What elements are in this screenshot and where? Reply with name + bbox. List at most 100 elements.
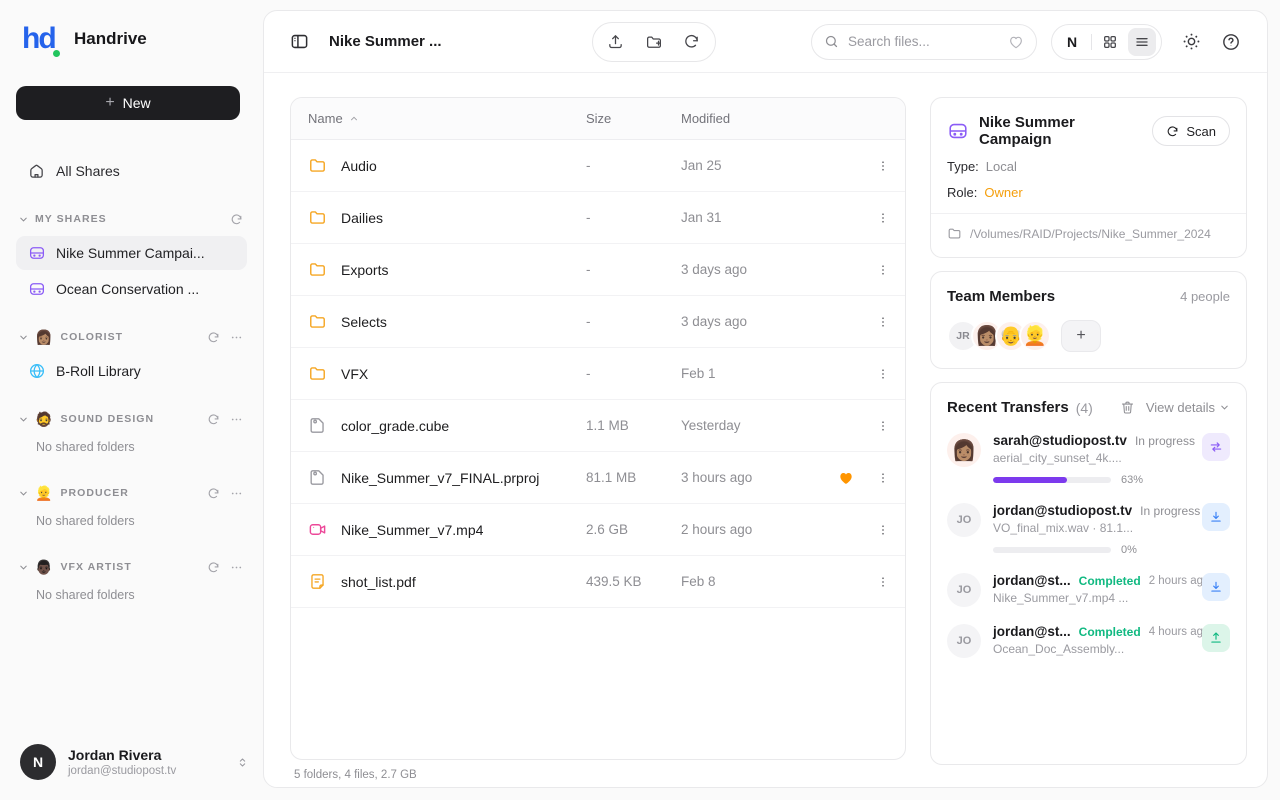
search-input[interactable]	[848, 34, 999, 49]
kebab-menu-icon	[876, 211, 890, 225]
main-panel: Nike Summer ... N	[263, 10, 1268, 788]
completed-badge: Completed	[1079, 625, 1141, 639]
sidebar-item-b-roll-library[interactable]: B-Roll Library	[16, 354, 247, 388]
upload-button[interactable]	[597, 23, 635, 61]
grid-view-button[interactable]	[1096, 28, 1124, 56]
transfer-item[interactable]: JO jordan@studiopost.tv In progress VO_f…	[947, 503, 1230, 556]
transfer-item[interactable]: JO jordan@st... Completed 2 hours ago Ni…	[947, 573, 1230, 607]
file-name: Audio	[341, 158, 377, 174]
transfer-file: Nike_Summer_v7.mp4 ...	[993, 591, 1190, 605]
file-icon	[308, 416, 327, 435]
file-modified: Feb 8	[681, 574, 831, 589]
table-row[interactable]: shot_list.pdf 439.5 KB Feb 8	[291, 556, 905, 608]
scan-button[interactable]: Scan	[1152, 116, 1230, 146]
section-header-producer[interactable]: 👱 PRODUCER	[18, 482, 245, 504]
sidebar-item-ocean-conservation[interactable]: Ocean Conservation ...	[16, 272, 247, 306]
new-button[interactable]: + New	[16, 86, 240, 120]
trash-icon	[1120, 400, 1135, 415]
section-header-colorist[interactable]: 👩🏽 COLORIST	[18, 326, 245, 348]
more-options-icon[interactable]	[228, 411, 245, 428]
transfers-count: (4)	[1076, 400, 1113, 416]
kebab-menu-icon	[876, 419, 890, 433]
sidebar-toggle-button[interactable]	[290, 32, 309, 51]
help-button[interactable]	[1221, 32, 1241, 52]
account-switcher[interactable]: N Jordan Rivera jordan@studiopost.tv	[20, 744, 249, 780]
upload-transfer-button[interactable]	[1202, 624, 1230, 652]
more-options-icon[interactable]	[228, 559, 245, 576]
list-view-button[interactable]	[1128, 28, 1156, 56]
transfer-item[interactable]: JO jordan@st... Completed 4 hours ago Oc…	[947, 624, 1230, 658]
chevron-down-icon	[18, 562, 29, 573]
sidebar-item-all-shares[interactable]: All Shares	[16, 154, 247, 188]
kebab-menu-icon	[876, 315, 890, 329]
favorites-filter-icon[interactable]	[1008, 34, 1024, 50]
transfer-file: aerial_city_sunset_4k....	[993, 451, 1190, 465]
table-row[interactable]: color_grade.cube 1.1 MB Yesterday	[291, 400, 905, 452]
file-modified: Jan 25	[681, 158, 831, 173]
refresh-icon[interactable]	[205, 559, 222, 576]
row-menu-button[interactable]	[861, 211, 905, 225]
theme-toggle-button[interactable]	[1182, 32, 1201, 51]
transfer-item[interactable]: 👩🏽 sarah@studiopost.tv In progress aeria…	[947, 433, 1230, 486]
download-transfer-button[interactable]	[1202, 503, 1230, 531]
refresh-icon[interactable]	[205, 329, 222, 346]
more-options-icon[interactable]	[228, 329, 245, 346]
home-icon	[28, 163, 45, 180]
sync-transfer-button[interactable]	[1202, 433, 1230, 461]
sidebar: hd Handrive + New All Shares MY SHARES N…	[0, 0, 263, 800]
table-row[interactable]: Nike_Summer_v7.mp4 2.6 GB 2 hours ago	[291, 504, 905, 556]
row-menu-button[interactable]	[861, 575, 905, 589]
grid-icon	[1102, 34, 1118, 50]
refresh-icon[interactable]	[205, 411, 222, 428]
help-icon	[1221, 32, 1241, 52]
table-row[interactable]: Audio - Jan 25	[291, 140, 905, 192]
sidebar-item-nike-summer[interactable]: Nike Summer Campai...	[16, 236, 247, 270]
favorite-heart-icon[interactable]	[831, 470, 861, 486]
row-menu-button[interactable]	[861, 419, 905, 433]
more-options-icon[interactable]	[228, 485, 245, 502]
row-menu-button[interactable]	[861, 523, 905, 537]
row-menu-button[interactable]	[861, 263, 905, 277]
section-header-my-shares[interactable]: MY SHARES	[18, 208, 245, 230]
view-details-button[interactable]: View details	[1146, 400, 1230, 415]
refresh-icon[interactable]	[228, 211, 245, 228]
new-folder-button[interactable]	[635, 23, 673, 61]
table-row[interactable]: VFX - Feb 1	[291, 348, 905, 400]
download-transfer-button[interactable]	[1202, 573, 1230, 601]
row-menu-button[interactable]	[861, 159, 905, 173]
user-name: Jordan Rivera	[68, 747, 224, 763]
table-row[interactable]: Selects - 3 days ago	[291, 296, 905, 348]
clear-transfers-button[interactable]	[1120, 400, 1135, 415]
share-path: /Volumes/RAID/Projects/Nike_Summer_2024	[970, 227, 1211, 241]
divider	[1091, 34, 1092, 50]
column-header-name[interactable]: Name	[308, 111, 586, 126]
row-menu-button[interactable]	[861, 315, 905, 329]
kebab-menu-icon	[876, 263, 890, 277]
refresh-icon	[1166, 125, 1179, 138]
member-avatar[interactable]: 👱	[1019, 320, 1051, 352]
file-modified: 3 days ago	[681, 314, 831, 329]
file-browser: Name Size Modified Audio - Jan 25	[290, 97, 906, 787]
add-member-button[interactable]: +	[1061, 320, 1101, 352]
row-menu-button[interactable]	[861, 471, 905, 485]
section-header-sound-design[interactable]: 🧔 SOUND DESIGN	[18, 408, 245, 430]
transfer-avatar: 👩🏽	[947, 433, 981, 467]
column-header-modified[interactable]: Modified	[681, 111, 831, 126]
refresh-button[interactable]	[673, 23, 711, 61]
chevron-down-icon	[18, 214, 29, 225]
progress-bar	[993, 547, 1111, 553]
table-row[interactable]: Dailies - Jan 31	[291, 192, 905, 244]
type-label: Type:	[947, 159, 979, 174]
folder-icon	[308, 156, 327, 175]
section-header-vfx-artist[interactable]: 👨🏿 VFX ARTIST	[18, 556, 245, 578]
profile-button[interactable]: N	[1057, 34, 1087, 50]
row-menu-button[interactable]	[861, 367, 905, 381]
refresh-icon[interactable]	[205, 485, 222, 502]
file-modified: Yesterday	[681, 418, 831, 433]
upload-icon	[1209, 631, 1223, 645]
table-row[interactable]: Exports - 3 days ago	[291, 244, 905, 296]
details-panel: Nike Summer Campaign Scan Type: Local Ro…	[930, 97, 1247, 787]
search-bar[interactable]	[811, 24, 1037, 60]
table-row[interactable]: Nike_Summer_v7_FINAL.prproj 81.1 MB 3 ho…	[291, 452, 905, 504]
column-header-size[interactable]: Size	[586, 111, 681, 126]
